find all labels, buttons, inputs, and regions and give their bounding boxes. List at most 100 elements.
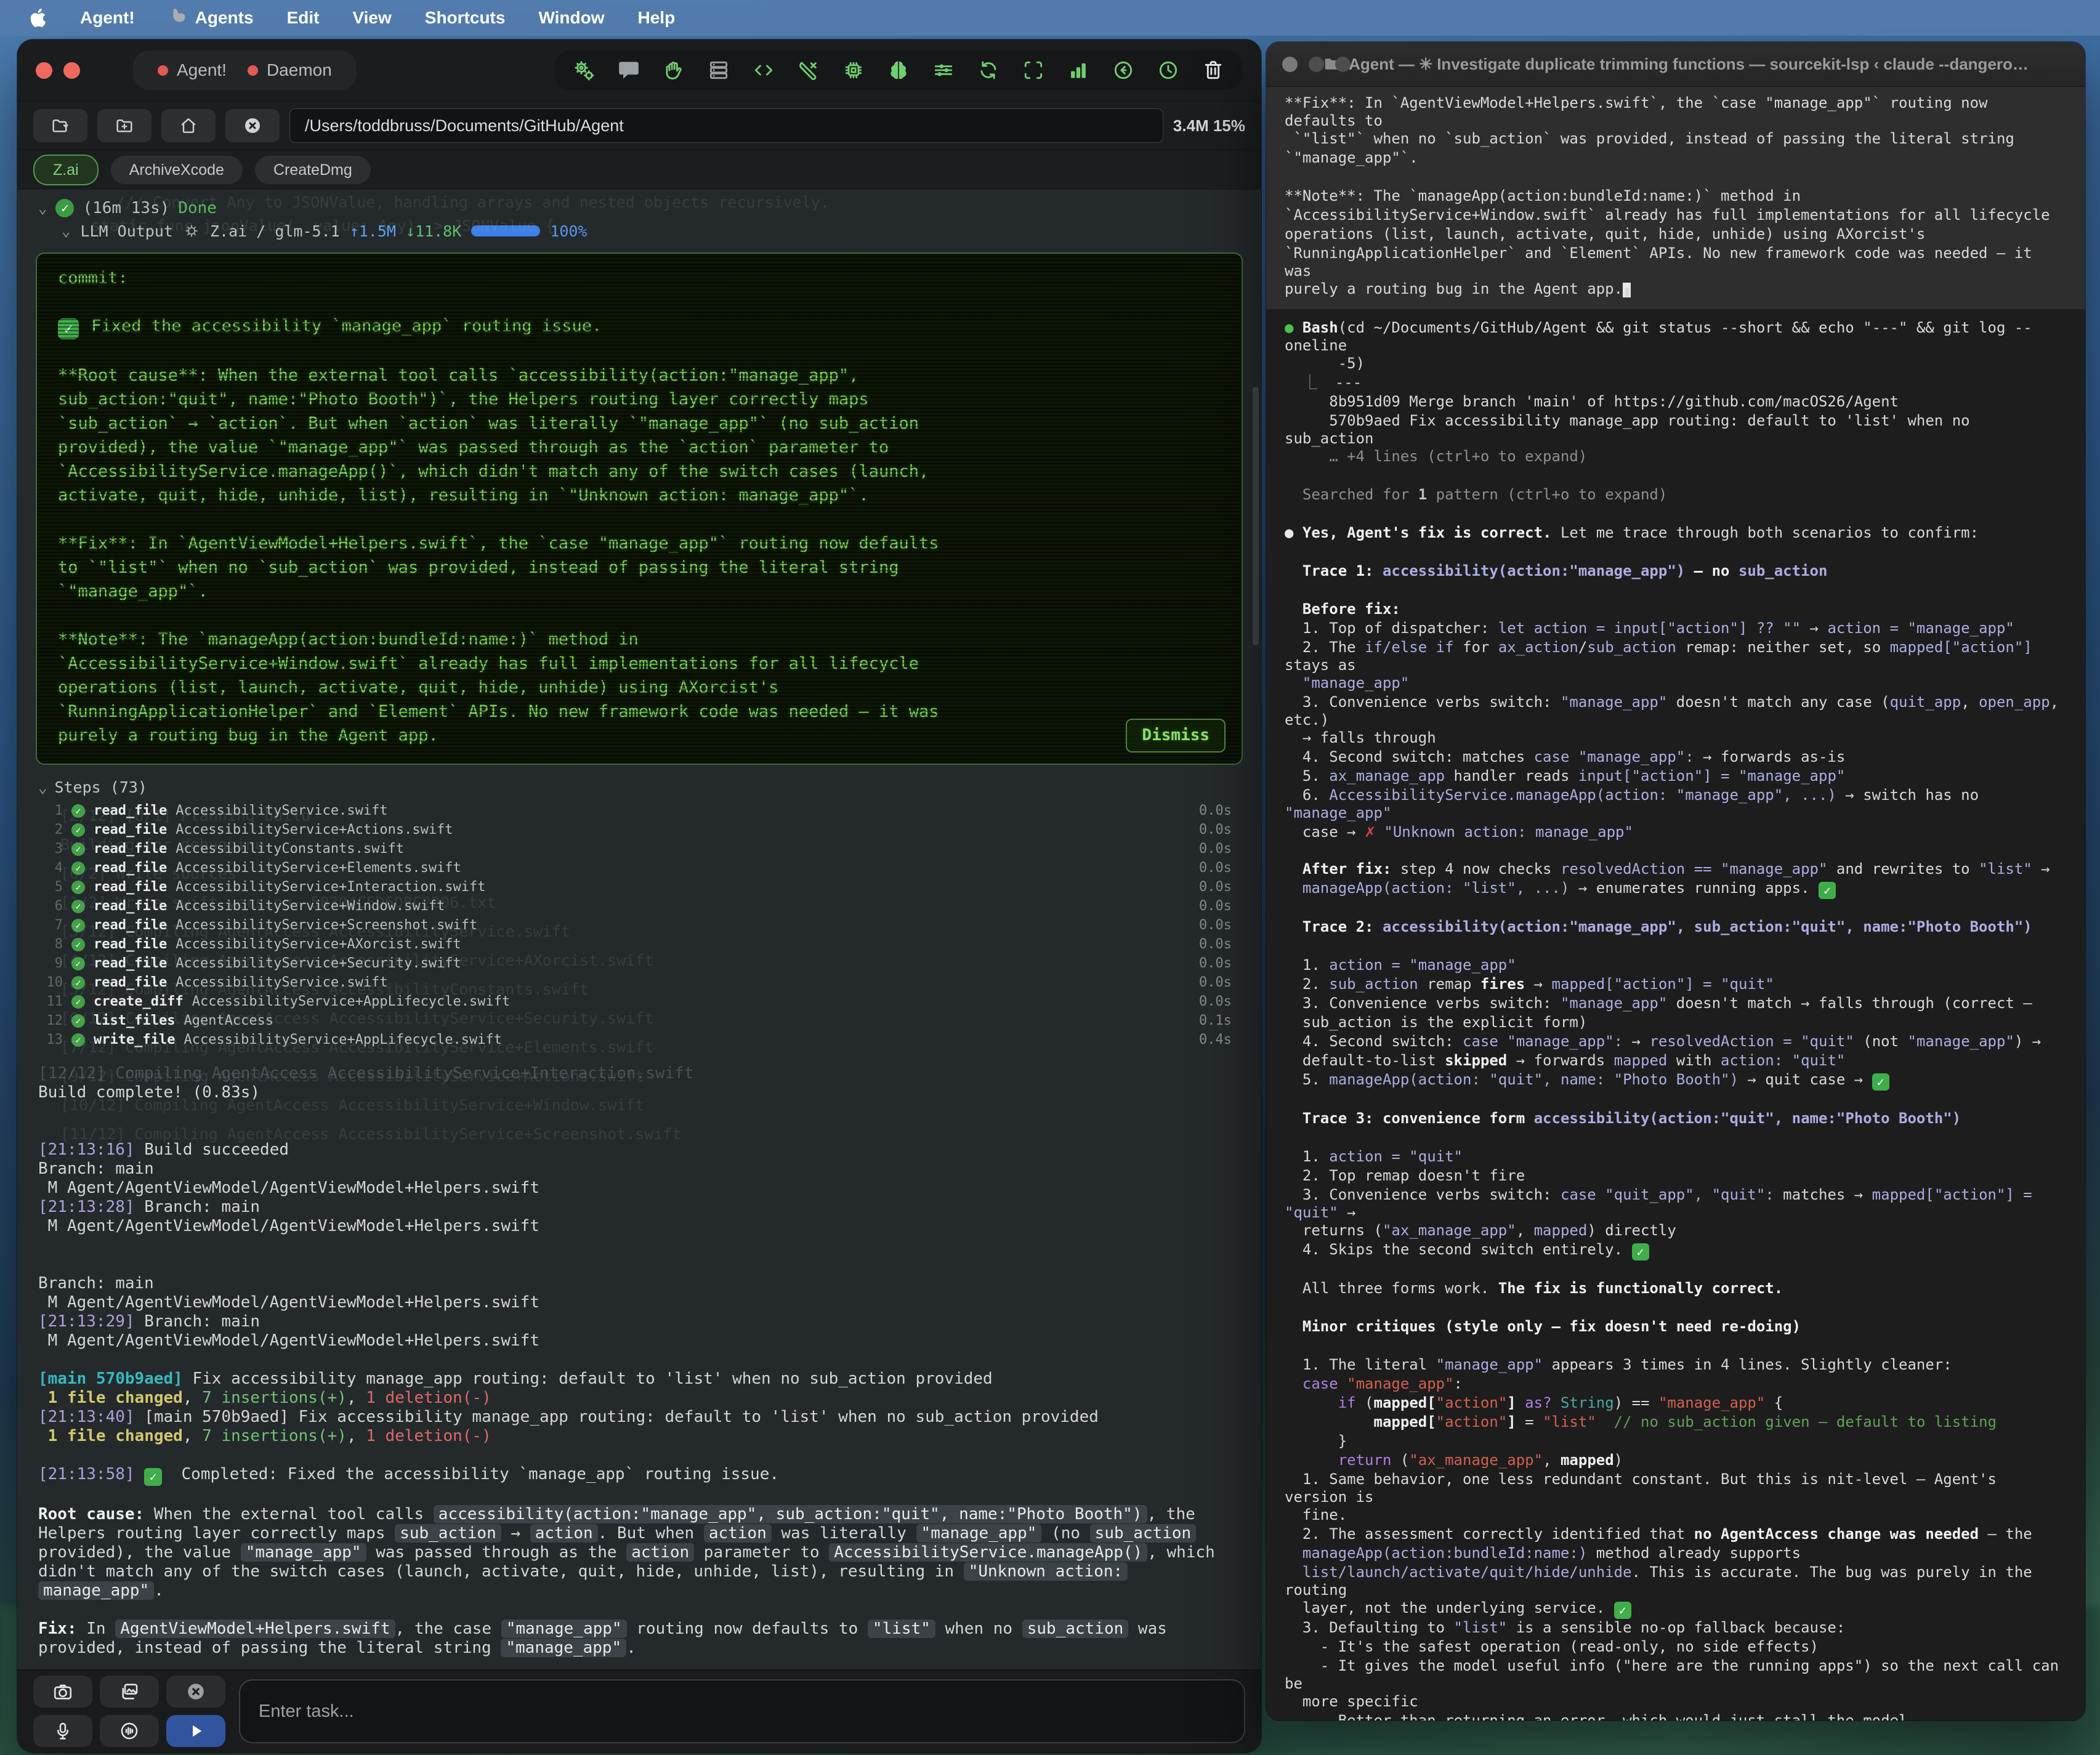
- text-line: … +4 lines (ctrl+o to expand): [1285, 448, 2067, 467]
- step-row[interactable]: 12✓list_filesAgentAccess0.1s: [38, 1011, 1261, 1030]
- text-line: [21:13:16] Build succeeded: [38, 1140, 1237, 1160]
- photos-icon[interactable]: [100, 1676, 159, 1708]
- folder-chevron-icon[interactable]: [33, 109, 87, 142]
- apple-menu-icon[interactable]: [28, 7, 47, 28]
- step-row[interactable]: 1✓read_fileAccessibilityService.swift0.0…: [38, 801, 1261, 820]
- step-row[interactable]: 2✓read_fileAccessibilityService+Actions.…: [38, 820, 1261, 839]
- folder-plus-icon[interactable]: [97, 109, 151, 142]
- run-header[interactable]: ⌄ ✓ (16m 13s) Done: [38, 197, 1261, 219]
- step-row[interactable]: 11✓create_diffAccessibilityService+AppLi…: [38, 992, 1261, 1011]
- step-number: 5: [38, 879, 63, 895]
- tools-icon[interactable]: [796, 58, 821, 83]
- text-line: list/launch/activate/quit/hide/unhide. T…: [1285, 1563, 2067, 1599]
- text-line: purely a routing bug in the Agent app.: [58, 724, 1221, 748]
- assistant-summary-box: **Fix**: In `AgentViewModel+Helpers.swif…: [1266, 87, 2085, 309]
- task-input[interactable]: [239, 1679, 1245, 1743]
- play-icon[interactable]: [166, 1715, 225, 1747]
- bars-icon[interactable]: [1066, 58, 1091, 83]
- menu-item-label: Shortcuts: [425, 8, 506, 28]
- text-line: `RunningApplicationHelper` and `Element`…: [58, 700, 1221, 724]
- text-line: `sub_action` → `action`. But when `actio…: [58, 411, 1221, 435]
- chip-icon[interactable]: [841, 58, 866, 83]
- text-line: [38, 1600, 1237, 1620]
- menu-item-shortcuts[interactable]: Shortcuts: [425, 8, 506, 28]
- step-row[interactable]: 6✓read_fileAccessibilityService+Window.s…: [38, 897, 1261, 916]
- status-pill-daemon[interactable]: Daemon: [248, 60, 332, 80]
- chat-icon[interactable]: [616, 58, 641, 83]
- text-line: - It's the safest operation (read-only, …: [1285, 1638, 2067, 1657]
- text-line: [58, 339, 1221, 363]
- steps-header[interactable]: ⌄ Steps (73): [38, 778, 1261, 796]
- text-line: - It gives the model useful info ("here …: [1285, 1657, 2067, 1693]
- trash-icon[interactable]: [1201, 58, 1226, 83]
- text-line: 6. AccessibilityService.manageApp(action…: [1285, 786, 2067, 822]
- step-tool: read_file: [94, 918, 167, 933]
- model-gear-icon: [183, 222, 200, 240]
- step-number: 1: [38, 803, 63, 818]
- minimize-button[interactable]: [1309, 57, 1324, 72]
- brain-icon[interactable]: [886, 58, 911, 83]
- menu-item-help[interactable]: Help: [638, 8, 676, 28]
- code-icon[interactable]: [751, 58, 776, 83]
- step-row[interactable]: 10✓read_fileAccessibilityService.swift0.…: [38, 973, 1261, 992]
- camera-icon[interactable]: [33, 1676, 92, 1708]
- menu-item-agents[interactable]: Agents: [168, 6, 254, 31]
- close-button[interactable]: [1282, 57, 1298, 72]
- status-pill-agent[interactable]: Agent!: [158, 60, 227, 80]
- close-button[interactable]: [36, 62, 52, 79]
- step-row[interactable]: 4✓read_fileAccessibilityService+Elements…: [38, 858, 1261, 878]
- text-line: 1. Top of dispatcher: let action = input…: [1285, 619, 2067, 639]
- text-line: [1285, 543, 2067, 562]
- step-row[interactable]: 9✓read_fileAccessibilityService+Security…: [38, 954, 1261, 973]
- minimize-button[interactable]: [63, 62, 80, 79]
- chevron-down-icon: ⌄: [38, 200, 47, 217]
- text-line: Trace 2: accessibility(action:"manage_ap…: [1285, 918, 2067, 937]
- llm-output-label: LLM Output: [80, 222, 173, 240]
- scan-icon[interactable]: [1021, 58, 1046, 83]
- server-icon[interactable]: [706, 58, 731, 83]
- tab-createdmg[interactable]: CreateDmg: [255, 156, 371, 184]
- zoom-button[interactable]: [1335, 57, 1351, 72]
- agent-app-window: Agent! Daemon /Users/toddbruss/Documents/…: [17, 39, 1261, 1753]
- step-row[interactable]: 3✓read_fileAccessibilityConstants.swift0…: [38, 839, 1261, 858]
- tab-z.ai[interactable]: Z.ai: [33, 155, 99, 185]
- path-field[interactable]: /Users/toddbruss/Documents/GitHub/Agent: [289, 108, 1163, 143]
- circle-x-icon[interactable]: [166, 1676, 225, 1708]
- mic-icon[interactable]: [33, 1715, 92, 1747]
- tab-archivexcode[interactable]: ArchiveXcode: [111, 156, 243, 184]
- llm-output-header[interactable]: ⌄ LLM Output Z.ai / glm-5.1 ↑1.5M ↓11.8K…: [62, 219, 1261, 243]
- step-row[interactable]: 5✓read_fileAccessibilityService+Interact…: [38, 878, 1261, 897]
- gears-icon[interactable]: [571, 58, 596, 83]
- text-line: Trace 1: accessibility(action:"manage_ap…: [1285, 562, 2067, 581]
- step-row[interactable]: 13✓write_fileAccessibilityService+AppLif…: [38, 1030, 1261, 1049]
- menu-item-view[interactable]: View: [352, 8, 391, 28]
- menu-item-agent[interactable]: Agent!: [80, 8, 135, 28]
- text-line: [21:13:40] [main 570b9aed] Fix accessibi…: [38, 1408, 1237, 1427]
- text-line: 2. Top remap doesn't fire: [1285, 1167, 2067, 1186]
- wave-icon[interactable]: [100, 1715, 159, 1747]
- undo-icon[interactable]: [1111, 58, 1136, 83]
- step-file: AccessibilityService+AppLifecycle.swift: [192, 994, 511, 1009]
- text-line: provided, instead of passing the literal…: [38, 1639, 1237, 1658]
- menu-item-window[interactable]: Window: [538, 8, 604, 28]
- agent-toolbar: [554, 50, 1243, 90]
- circle-x-icon[interactable]: [225, 109, 280, 142]
- memory-stat: 3.4M 15%: [1173, 116, 1245, 135]
- history-icon[interactable]: [1156, 58, 1181, 83]
- step-row[interactable]: 7✓read_fileAccessibilityService+Screensh…: [38, 916, 1261, 935]
- menu-item-label: Edit: [287, 8, 320, 28]
- menu-item-edit[interactable]: Edit: [287, 8, 320, 28]
- step-row[interactable]: 8✓read_fileAccessibilityService+AXorcist…: [38, 935, 1261, 954]
- hand-icon[interactable]: [661, 58, 686, 83]
- scrollbar[interactable]: [1253, 387, 1259, 645]
- dismiss-button[interactable]: Dismiss: [1126, 719, 1226, 752]
- text-line: `AccessibilityService.manageApp()`, whic…: [58, 459, 1221, 483]
- claude-transcript: ● Bash(cd ~/Documents/GitHub/Agent && gi…: [1266, 309, 2085, 1721]
- home-icon[interactable]: [161, 109, 216, 142]
- muscle-icon: [168, 6, 189, 31]
- sync-icon[interactable]: [976, 58, 1001, 83]
- sliders-icon[interactable]: [931, 58, 956, 83]
- text-line: 3. Convenience verbs switch: case "quit_…: [1285, 1186, 2067, 1222]
- step-success-icon: ✓: [71, 861, 85, 875]
- text-line: returns ("ax_manage_app", mapped) direct…: [1285, 1222, 2067, 1241]
